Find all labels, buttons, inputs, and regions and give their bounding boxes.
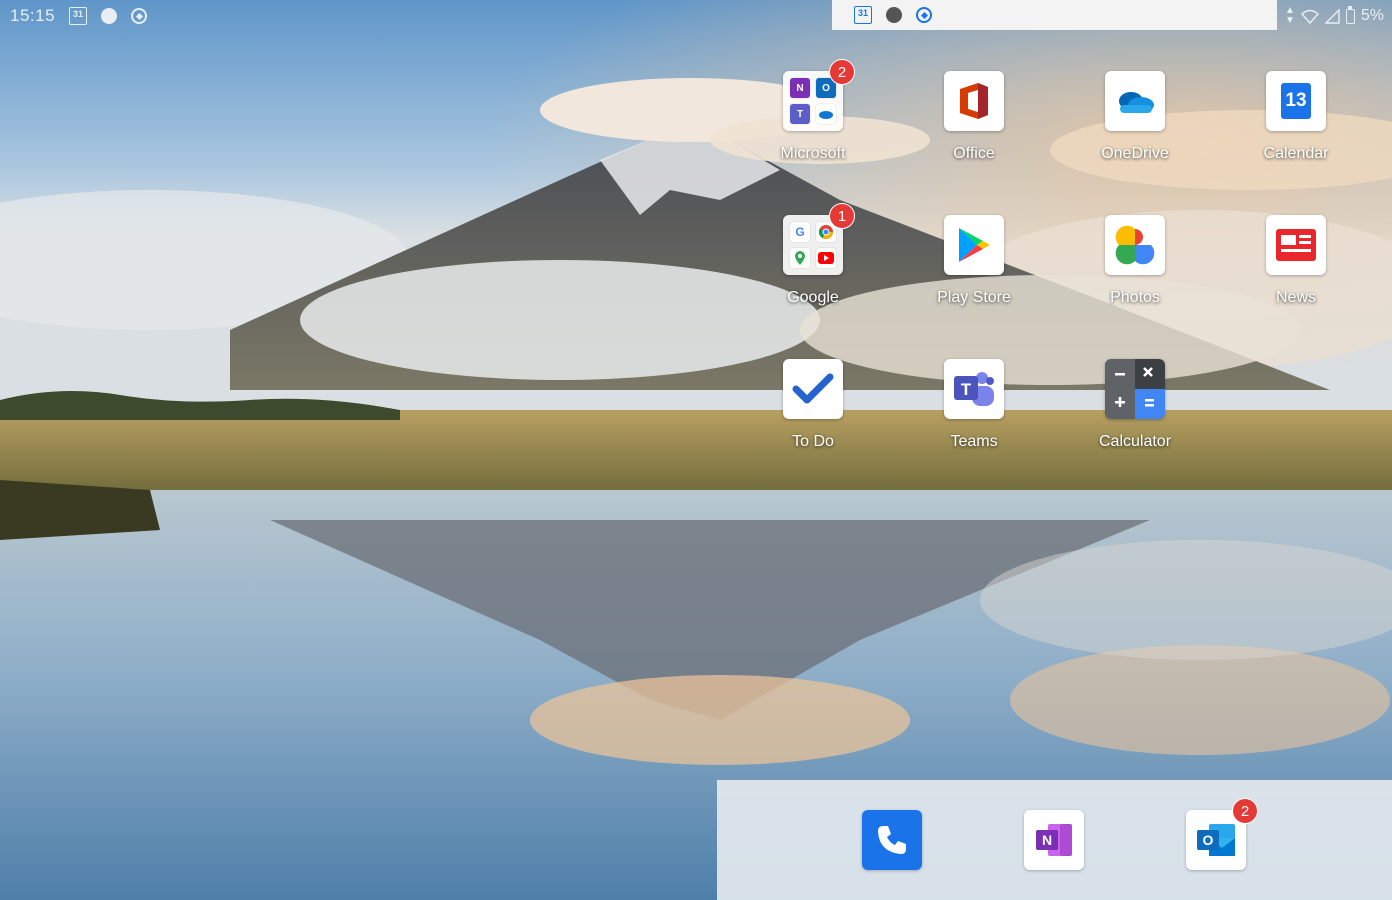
dock-onenote[interactable]: N bbox=[1024, 810, 1084, 870]
app-news[interactable]: News bbox=[1221, 215, 1371, 307]
google-folder-icon: G 1 bbox=[783, 203, 855, 275]
onedrive-icon bbox=[1105, 71, 1165, 131]
phone-icon bbox=[878, 826, 906, 854]
status-bar-left: 15:15 31 bbox=[10, 4, 148, 28]
onenote-mini-icon: N bbox=[790, 78, 810, 98]
office-icon bbox=[944, 71, 1004, 131]
signal-icon bbox=[1324, 8, 1340, 24]
drop-notification-icon bbox=[101, 8, 118, 24]
app-label: Play Store bbox=[937, 289, 1011, 306]
notification-badge: 1 bbox=[829, 203, 855, 229]
calendar-notification-icon: 31 bbox=[854, 6, 872, 24]
photos-icon bbox=[1105, 215, 1165, 275]
app-google-folder[interactable]: G 1 Google bbox=[738, 203, 888, 307]
app-teams[interactable]: T Teams bbox=[899, 359, 1049, 451]
app-label: Calendar bbox=[1263, 145, 1329, 162]
battery-percent: 5% bbox=[1360, 7, 1384, 24]
outlook-icon: O bbox=[1197, 824, 1235, 856]
notification-badge: 2 bbox=[1232, 798, 1258, 824]
notification-strip[interactable]: 31 bbox=[832, 0, 1277, 30]
app-label: Calculator bbox=[1098, 433, 1172, 450]
app-label: To Do bbox=[792, 433, 834, 450]
onenote-icon: N bbox=[1036, 824, 1072, 856]
dock-outlook[interactable]: O 2 bbox=[1186, 798, 1258, 870]
app-label: OneDrive bbox=[1101, 145, 1169, 162]
app-microsoft-folder[interactable]: N O T 2 Microsoft bbox=[738, 59, 888, 163]
ball-notification-icon bbox=[916, 7, 932, 23]
app-calculator[interactable]: Calculator bbox=[1060, 359, 1210, 451]
status-time: 15:15 bbox=[10, 6, 56, 25]
notification-badge: 2 bbox=[829, 59, 855, 85]
google-mini-icon: G bbox=[790, 222, 810, 242]
data-arrows-icon: ▲ ▼ bbox=[1284, 5, 1295, 26]
app-play-store[interactable]: Play Store bbox=[899, 215, 1049, 307]
app-office[interactable]: Office bbox=[899, 71, 1049, 163]
maps-mini-icon bbox=[790, 248, 810, 268]
drop-notification-icon bbox=[886, 7, 902, 23]
app-label: Google bbox=[787, 289, 839, 306]
microsoft-folder-icon: N O T 2 bbox=[783, 59, 855, 131]
onedrive-mini-icon bbox=[816, 104, 836, 124]
teams-icon: T bbox=[944, 359, 1004, 419]
app-label: Teams bbox=[950, 433, 998, 450]
app-todo[interactable]: To Do bbox=[738, 359, 888, 451]
todo-icon bbox=[783, 359, 843, 419]
app-label: Photos bbox=[1110, 289, 1160, 306]
calendar-date: 13 bbox=[1281, 83, 1311, 119]
calculator-icon bbox=[1105, 359, 1165, 419]
news-icon bbox=[1266, 215, 1326, 275]
battery-icon bbox=[1345, 5, 1355, 24]
app-label: Office bbox=[953, 145, 995, 162]
app-label: Microsoft bbox=[780, 145, 846, 162]
play-store-icon bbox=[944, 215, 1004, 275]
calendar-notification-icon: 31 bbox=[69, 7, 88, 25]
app-label: News bbox=[1275, 289, 1316, 306]
svg-text:N: N bbox=[1042, 832, 1052, 848]
youtube-mini-icon bbox=[816, 248, 836, 268]
app-onedrive[interactable]: OneDrive bbox=[1060, 71, 1210, 163]
calendar-icon: 13 bbox=[1266, 71, 1326, 131]
svg-text:O: O bbox=[1203, 832, 1214, 848]
dock: N O 2 bbox=[717, 780, 1392, 900]
status-bar-right: ▲ ▼ 5% bbox=[1285, 4, 1384, 28]
app-photos[interactable]: Photos bbox=[1060, 215, 1210, 307]
dock-phone[interactable] bbox=[862, 810, 922, 870]
app-calendar[interactable]: 13 Calendar bbox=[1221, 71, 1371, 163]
ball-notification-icon bbox=[131, 8, 148, 24]
teams-mini-icon: T bbox=[790, 104, 810, 124]
svg-text:T: T bbox=[961, 380, 972, 399]
wifi-icon bbox=[1300, 9, 1319, 24]
